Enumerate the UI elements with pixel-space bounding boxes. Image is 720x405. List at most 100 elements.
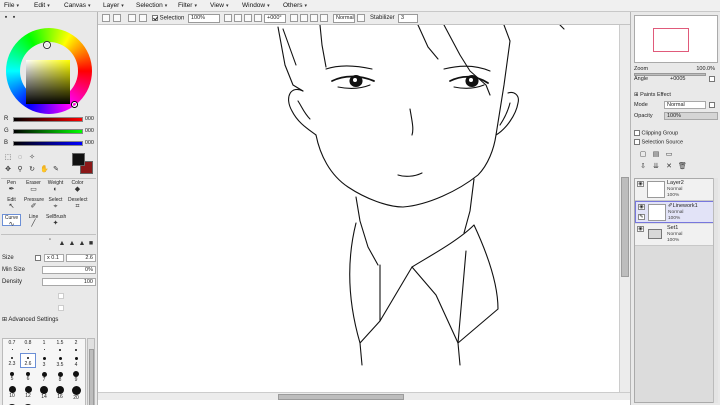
menu-layer[interactable]: Layer ▾ [103,2,124,9]
tool-eraser[interactable]: Eraser ▭ [24,180,43,193]
brush-shape-icon[interactable]: ■ [87,240,95,248]
density-field[interactable]: 100 [42,278,96,286]
panel-toggle-icon[interactable]: ▪ [10,14,18,22]
menu-window[interactable]: Window ▾ [242,2,270,9]
tool-select[interactable]: Select ⌖ [46,197,65,210]
tool-line[interactable]: Line ╱ [24,214,43,227]
brush-presets-scrollbar[interactable] [87,338,95,405]
lasso-icon[interactable]: ◌ [16,154,24,162]
canvas-vertical-scrollbar[interactable] [619,25,630,392]
tool-edit[interactable]: Edit ↖ [2,197,21,210]
selection-toggle[interactable]: Selection [152,15,184,22]
saturation-marker[interactable] [72,102,77,107]
clipping-group-checkbox[interactable] [634,130,640,136]
brush-preset[interactable]: 3 [36,355,52,370]
brush-preset[interactable]: 1.5 [52,340,68,355]
brush-preset[interactable]: 9 [68,371,84,386]
zoom-fit-button[interactable] [254,14,262,22]
navigator-reset-button[interactable] [709,76,715,82]
hand-icon[interactable]: ✋ [40,166,49,174]
rotate-reset-button[interactable] [310,14,318,22]
brush-preset[interactable]: 16 [52,386,68,401]
move-icon[interactable]: ✥ [4,166,12,174]
eye-icon[interactable]: ◉ [637,226,644,232]
stabilizer-select[interactable]: 3 [398,14,418,23]
new-folder-icon[interactable]: ▭ [665,151,673,159]
advanced-settings-toggle[interactable]: ⊞ Advanced Settings [2,315,96,324]
min-size-field[interactable]: 0% [42,266,96,274]
size-field[interactable]: 2.6 [66,254,96,262]
magic-wand-icon[interactable]: ✧ [28,154,36,162]
navigator-zoom-value[interactable]: 100.0% [696,66,715,72]
eye-icon[interactable]: ◉ [638,204,645,210]
layer-row-selected[interactable]: ◉ ✎ ✐Linework1 Normal 100% [635,201,717,223]
layer-opacity-slider[interactable]: 100% [664,112,718,120]
brush-preset[interactable]: 12 [20,386,36,401]
navigator-preview[interactable] [634,15,718,63]
rect-select-icon[interactable]: ⬚ [4,154,12,162]
zoom-out-button[interactable] [224,14,232,22]
tool-deselect[interactable]: Deselect ⌗ [68,197,87,210]
paint-effect-toggle[interactable]: ⊞ Paints Effect [634,91,718,100]
brush-shape-icon[interactable]: ▲ [78,240,86,248]
new-layer-icon[interactable]: ▢ [639,151,647,159]
dim-checkbox[interactable] [58,293,64,299]
brush-preset[interactable]: 1 [36,340,52,355]
brush-preset[interactable]: 6 [20,371,36,386]
saturation-value-square[interactable] [26,60,70,104]
brush-preset-selected[interactable]: 2.6 [20,353,36,368]
green-value[interactable]: 000 [85,128,94,134]
menu-selection[interactable]: Selection ▾ [136,2,167,9]
pen-icon[interactable]: ✎ [638,214,645,220]
brush-preset[interactable]: 8 [52,371,68,386]
selection-checkbox[interactable] [152,15,158,21]
layer-list-scrollbar[interactable] [713,178,718,403]
tool-weight[interactable]: Weight ◐ [46,180,65,193]
undo-button[interactable] [102,14,110,22]
brush-preset[interactable]: 14 [36,386,52,401]
tool-curve[interactable]: Curve ∿ [2,214,21,228]
menu-view[interactable]: View ▾ [210,2,229,9]
brush-preset[interactable]: 0.7 [4,340,20,355]
red-value[interactable]: 000 [85,116,94,122]
brush-preset[interactable]: 4 [68,355,84,370]
green-slider[interactable] [13,129,83,134]
tool-color[interactable]: Color ◆ [68,180,87,193]
rotate-left-button[interactable] [290,14,298,22]
deselect-button[interactable] [128,14,136,22]
zoom-icon[interactable]: ⚲ [16,166,24,174]
brush-preset[interactable]: 2 [68,340,84,355]
eye-icon[interactable]: ◉ [637,181,644,187]
blue-slider[interactable] [13,141,83,146]
drawing-canvas[interactable] [98,25,630,405]
red-slider[interactable] [13,117,83,122]
dim-checkbox[interactable] [58,305,64,311]
navigator-viewport-box[interactable] [653,28,689,52]
angle-field[interactable]: +000° [264,14,286,23]
brush-shape-icon[interactable]: ▲ [68,240,76,248]
brush-preset[interactable]: 2.3 [4,355,20,370]
menu-canvas[interactable]: Canvas ▾ [64,2,91,9]
layer-row[interactable]: ◉ Set1 Normal 100% [635,224,717,246]
layer-row[interactable]: ◉ Layer2 Normal 100% [635,179,717,201]
zoom-in-button[interactable] [234,14,242,22]
foreground-color-swatch[interactable] [72,153,85,166]
brush-preset[interactable]: 5 [4,371,20,386]
dim-toggle-icon[interactable]: ▫ [46,236,54,244]
zoom-field[interactable]: 100% [188,14,220,23]
panel-toggle-icon[interactable]: ▪ [2,14,10,22]
clear-layer-icon[interactable]: ✕ [665,163,673,171]
merge-down-icon[interactable]: ⇊ [652,163,660,171]
flip-horizontal-button[interactable] [320,14,328,22]
delete-layer-icon[interactable]: 🗑 [678,163,687,171]
tool-pressure[interactable]: Pressure ✐ [24,197,44,210]
brush-preset[interactable]: 10 [4,386,20,401]
new-linework-layer-icon[interactable]: ▤ [652,151,660,159]
brush-preset[interactable]: 3.5 [52,355,68,370]
color-wheel[interactable] [6,28,92,114]
rotate-right-button[interactable] [300,14,308,22]
eyedropper-icon[interactable]: ✎ [52,166,60,174]
brush-presets-scroll-thumb[interactable] [89,349,94,405]
blend-mode-dropdown[interactable] [357,14,365,22]
brush-shape-icon[interactable]: ▲ [58,240,66,248]
